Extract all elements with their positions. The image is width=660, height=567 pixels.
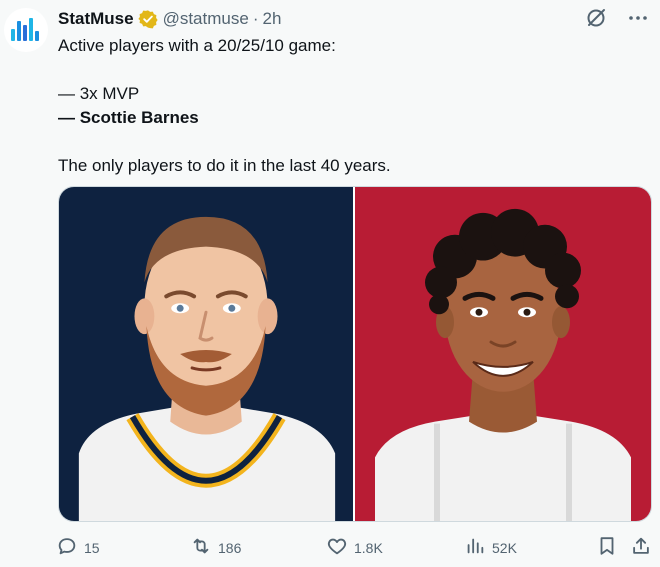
action-bar: 15 186 1.8K 52K: [56, 536, 654, 560]
repost-icon: [190, 535, 212, 562]
left-player-illustration[interactable]: [59, 187, 355, 521]
top-actions: [584, 6, 650, 30]
verified-badge-icon[interactable]: [137, 9, 158, 29]
repost-button[interactable]: 186: [190, 535, 241, 562]
heart-icon: [326, 535, 348, 562]
views-button[interactable]: 52K: [464, 535, 517, 562]
repost-count: 186: [218, 540, 242, 556]
smiling-player-image: [375, 208, 631, 521]
statmuse-logo-icon: [11, 18, 39, 41]
tweet-line-mvp: — 3x MVP: [58, 84, 140, 103]
tweet-line-outro: The only players to do it in the last 40…: [58, 156, 391, 175]
like-button[interactable]: 1.8K: [326, 535, 383, 562]
tweet[interactable]: StatMuse @statmuse · 2h Active players w…: [0, 0, 660, 567]
avatar[interactable]: [4, 8, 48, 52]
more-options-icon[interactable]: [626, 6, 650, 30]
tweet-header: StatMuse @statmuse · 2h: [58, 8, 281, 30]
timestamp[interactable]: 2h: [262, 8, 281, 30]
tweet-text: Active players with a 20/25/10 game: — 3…: [58, 34, 648, 178]
tweet-line-intro: Active players with a 20/25/10 game:: [58, 36, 336, 55]
share-icon: [630, 535, 652, 562]
separator-dot: ·: [252, 9, 259, 28]
bearded-player-image: [78, 216, 336, 521]
bookmark-icon: [596, 535, 618, 562]
author-name[interactable]: StatMuse: [58, 8, 134, 30]
share-button[interactable]: [630, 535, 652, 562]
reply-button[interactable]: 15: [56, 535, 100, 562]
grok-icon[interactable]: [584, 6, 608, 30]
reply-icon: [56, 535, 78, 562]
views-chart-icon: [464, 535, 486, 562]
reply-count: 15: [84, 540, 100, 556]
tweet-line-barnes: — Scottie Barnes: [58, 108, 199, 127]
bookmark-button[interactable]: [596, 535, 618, 562]
like-count: 1.8K: [354, 540, 383, 556]
views-count: 52K: [492, 540, 517, 556]
tweet-media[interactable]: [58, 186, 652, 522]
author-handle[interactable]: @statmuse: [163, 8, 249, 30]
right-player-illustration[interactable]: [355, 187, 651, 521]
